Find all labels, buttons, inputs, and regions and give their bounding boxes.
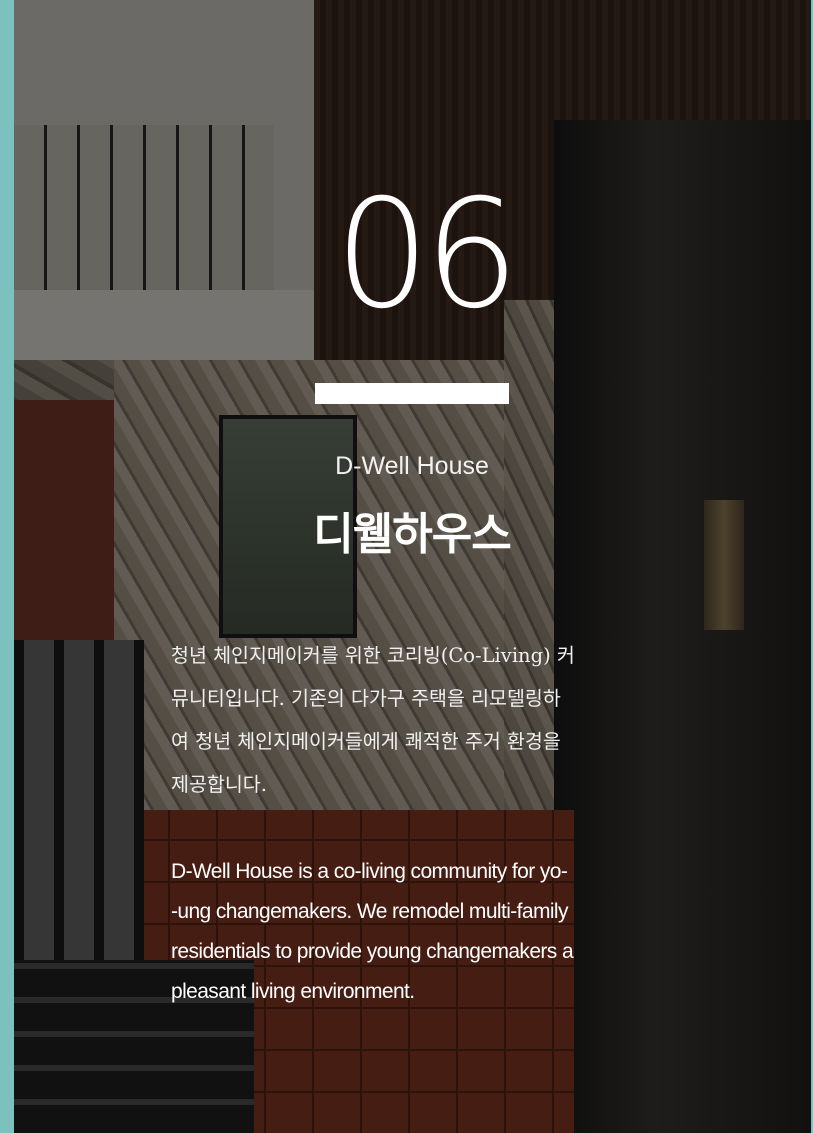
description-korean: 청년 체인지메이커를 위한 코리빙(Co-Living) 커 뮤니티입니다. 기… [171,644,575,796]
content: 06 D-Well House 디웰하우스 청년 체인지메이커를 위한 코리빙(… [14,0,811,1133]
section-number: 06 [334,168,520,342]
title-english: D-Well House [335,452,489,480]
title-korean: 디웰하우스 [313,509,511,560]
divider-bar [315,383,509,404]
page-panel: 06 D-Well House 디웰하우스 청년 체인지메이커를 위한 코리빙(… [14,0,811,1133]
description-english: D-Well House is a co-living community fo… [171,860,574,1003]
